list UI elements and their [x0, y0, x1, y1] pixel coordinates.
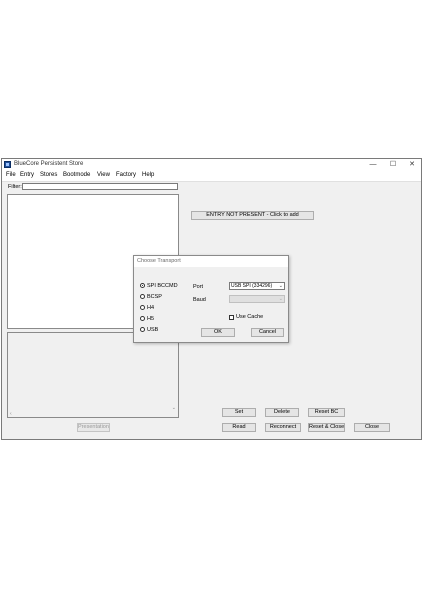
radio-button[interactable] [140, 305, 145, 310]
app-icon [4, 161, 11, 168]
radio-label: SPI BCCMD [147, 282, 178, 289]
reconnect-button[interactable]: Reconnect [265, 423, 301, 432]
baud-select[interactable]: ⌄ [229, 295, 285, 303]
menu-bootmode[interactable]: Bootmode [63, 172, 90, 178]
filter-label: Filter: [8, 184, 22, 190]
delete-button[interactable]: Delete [265, 408, 299, 417]
radio-spi-bccmd[interactable]: SPI BCCMD [140, 282, 178, 289]
ok-button[interactable]: OK [201, 328, 235, 337]
presentation-button[interactable]: Presentation [77, 423, 110, 432]
radio-label: H5 [147, 315, 155, 322]
dialog-title: Choose Transport [137, 258, 181, 264]
port-select[interactable]: USB SPI (334296) ⌄ [229, 282, 285, 290]
menu-entry[interactable]: Entry [20, 172, 34, 178]
reset-bc-button[interactable]: Reset BC [308, 408, 345, 417]
close-window-button[interactable]: ✕ [405, 160, 419, 169]
radio-usb[interactable]: USB [140, 326, 158, 333]
menu-bar: File Entry Stores Bootmode View Factory … [2, 171, 421, 182]
dialog-title-bar: Choose Transport [134, 256, 288, 267]
port-label: Port [193, 284, 204, 290]
close-button[interactable]: Close [354, 423, 390, 432]
set-button[interactable]: Set [222, 408, 256, 417]
radio-button[interactable] [140, 294, 145, 299]
choose-transport-dialog: Choose Transport SPI BCCMD BCSP H4 H5 US… [133, 255, 289, 343]
maximize-button[interactable]: ☐ [386, 160, 400, 169]
radio-h4[interactable]: H4 [140, 304, 154, 311]
window-title: BlueCore Persistent Store [14, 161, 84, 167]
radio-label: BCSP [147, 293, 162, 300]
scroll-left-icon[interactable]: ‹ [10, 411, 12, 417]
radio-h5[interactable]: H5 [140, 315, 154, 322]
port-value: USB SPI (334296) [231, 283, 273, 289]
title-bar: BlueCore Persistent Store — ☐ ✕ [2, 159, 421, 171]
use-cache-checkbox[interactable] [229, 314, 234, 320]
menu-view[interactable]: View [97, 172, 110, 178]
radio-label: H4 [147, 304, 155, 311]
chevron-down-icon: ⌄ [278, 283, 283, 289]
use-cache-checkbox-row[interactable]: Use Cache [229, 314, 263, 320]
entry-detail-box[interactable]: ‹ ⌄ [7, 332, 179, 418]
menu-factory[interactable]: Factory [116, 172, 136, 178]
scroll-down-icon[interactable]: ⌄ [172, 405, 176, 411]
filter-input[interactable] [22, 183, 178, 190]
radio-bcsp[interactable]: BCSP [140, 293, 162, 300]
radio-button[interactable] [140, 283, 145, 288]
reset-close-button[interactable]: Reset & Close [308, 423, 345, 432]
read-button[interactable]: Read [222, 423, 256, 432]
radio-button[interactable] [140, 316, 145, 321]
radio-label: USB [147, 326, 159, 333]
menu-file[interactable]: File [6, 172, 16, 178]
entry-not-present-button[interactable]: ENTRY NOT PRESENT - Click to add [191, 211, 314, 220]
baud-label: Baud [193, 297, 206, 303]
menu-stores[interactable]: Stores [40, 172, 57, 178]
menu-help[interactable]: Help [142, 172, 154, 178]
radio-button[interactable] [140, 327, 145, 332]
cancel-button[interactable]: Cancel [251, 328, 284, 337]
minimize-button[interactable]: — [366, 160, 380, 169]
chevron-down-icon: ⌄ [278, 296, 283, 302]
use-cache-label: Use Cache [236, 314, 264, 320]
